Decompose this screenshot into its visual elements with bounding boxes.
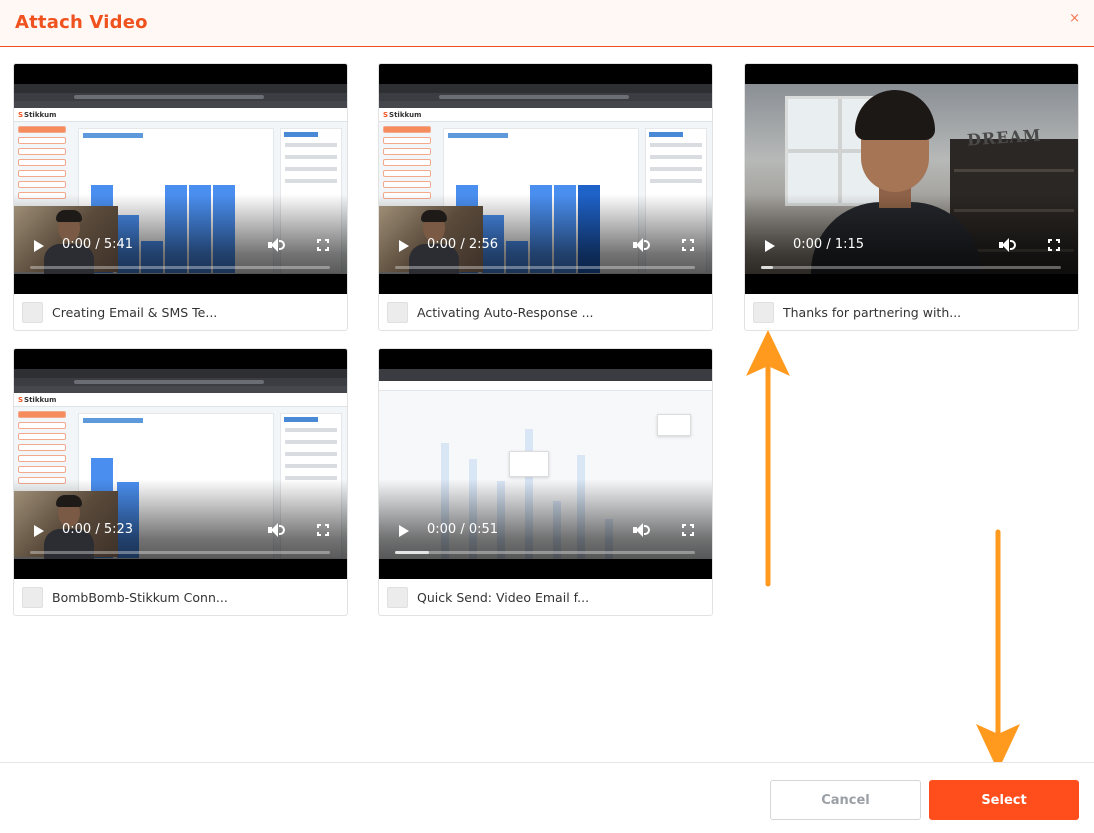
modal-header: Attach Video × (0, 0, 1094, 47)
video-select-checkbox[interactable] (387, 587, 408, 608)
video-controls: 0:00 / 0:51 (379, 517, 712, 557)
video-meta: Activating Auto-Response ... (379, 294, 712, 330)
volume-icon[interactable] (268, 238, 285, 252)
fullscreen-icon[interactable] (317, 239, 329, 251)
stikkum-logo-text: Stikkum (18, 111, 56, 119)
fullscreen-icon[interactable] (682, 524, 694, 536)
video-progress-bar[interactable] (395, 551, 695, 554)
video-time: 0:00 / 5:23 (62, 522, 134, 537)
play-icon[interactable] (399, 525, 409, 537)
video-title: Activating Auto-Response ... (417, 305, 594, 320)
video-meta: Quick Send: Video Email f... (379, 579, 712, 615)
video-meta: Creating Email & SMS Te... (14, 294, 347, 330)
annotation-arrow-down-icon (976, 529, 1020, 771)
video-player[interactable]: Stikkum 0:00 / 5:23 (14, 349, 347, 579)
video-player[interactable]: 0:00 / 0:51 (379, 349, 712, 579)
video-player[interactable]: Stikkum 0:00 / 2:56 (379, 64, 712, 294)
play-icon[interactable] (399, 240, 409, 252)
video-select-checkbox[interactable] (753, 302, 774, 323)
video-controls: 0:00 / 1:15 (745, 232, 1078, 272)
video-time: 0:00 / 1:15 (793, 237, 865, 252)
play-icon[interactable] (34, 525, 44, 537)
select-button[interactable]: Select (929, 780, 1079, 820)
video-time: 0:00 / 2:56 (427, 237, 499, 252)
play-icon[interactable] (765, 240, 775, 252)
video-title: Creating Email & SMS Te... (52, 305, 218, 320)
video-select-checkbox[interactable] (22, 587, 43, 608)
video-title: Quick Send: Video Email f... (417, 590, 590, 605)
cancel-button[interactable]: Cancel (770, 780, 921, 820)
modal-title: Attach Video (15, 12, 148, 33)
attach-video-modal: Attach Video × Stikkum (0, 0, 1094, 833)
video-card[interactable]: Stikkum 0:00 / 5:41 (13, 63, 348, 331)
video-card[interactable]: 0:00 / 0:51 Quick Send: Video Email f... (378, 348, 713, 616)
video-card[interactable]: Stikkum 0:00 / 2:56 (378, 63, 713, 331)
video-title: Thanks for partnering with... (783, 305, 962, 320)
video-player[interactable]: DREAM 0:00 / 1:15 (745, 64, 1078, 294)
video-select-checkbox[interactable] (387, 302, 408, 323)
video-select-checkbox[interactable] (22, 302, 43, 323)
close-icon[interactable]: × (1069, 11, 1080, 26)
video-time: 0:00 / 0:51 (427, 522, 499, 537)
volume-icon[interactable] (268, 523, 285, 537)
video-title: BombBomb-Stikkum Conn... (52, 590, 228, 605)
volume-icon[interactable] (633, 523, 650, 537)
video-progress-bar[interactable] (30, 266, 330, 269)
video-card[interactable]: Stikkum 0:00 / 5:23 BombBomb-Stikkum Con (13, 348, 348, 616)
fullscreen-icon[interactable] (682, 239, 694, 251)
stikkum-logo-text: Stikkum (383, 111, 421, 119)
volume-icon[interactable] (633, 238, 650, 252)
modal-footer: Cancel Select (0, 762, 1094, 833)
video-progress-bar[interactable] (395, 266, 695, 269)
video-player[interactable]: Stikkum 0:00 / 5:41 (14, 64, 347, 294)
stikkum-logo-text: Stikkum (18, 396, 56, 404)
video-meta: Thanks for partnering with... (745, 294, 1078, 330)
video-progress-bar[interactable] (30, 551, 330, 554)
video-time: 0:00 / 5:41 (62, 237, 134, 252)
video-controls: 0:00 / 5:23 (14, 517, 347, 557)
fullscreen-icon[interactable] (317, 524, 329, 536)
video-card[interactable]: DREAM 0:00 / 1:15 Thanks for partnering … (744, 63, 1079, 331)
annotation-arrow-up-icon (746, 330, 790, 587)
play-icon[interactable] (34, 240, 44, 252)
video-controls: 0:00 / 5:41 (14, 232, 347, 272)
video-meta: BombBomb-Stikkum Conn... (14, 579, 347, 615)
video-progress-bar[interactable] (761, 266, 1061, 269)
volume-icon[interactable] (999, 238, 1016, 252)
video-controls: 0:00 / 2:56 (379, 232, 712, 272)
fullscreen-icon[interactable] (1048, 239, 1060, 251)
